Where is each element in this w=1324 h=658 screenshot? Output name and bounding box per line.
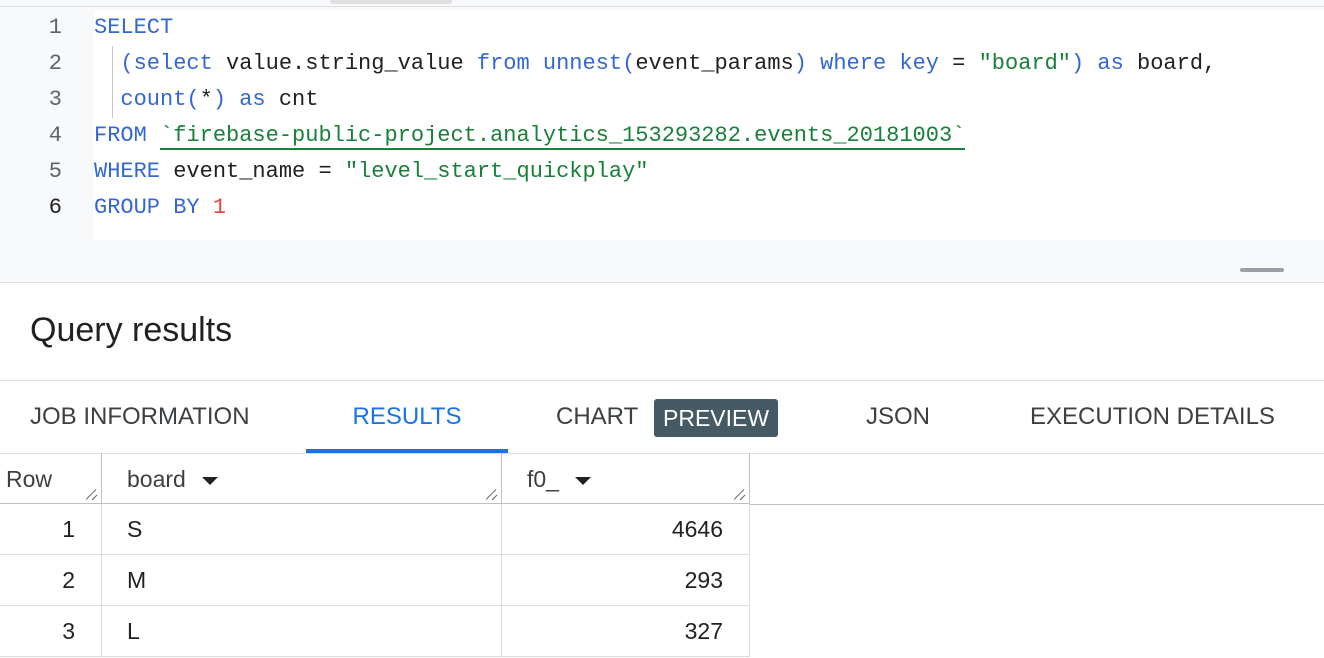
board-cell[interactable]: S bbox=[102, 504, 502, 554]
row-number-cell: 2 bbox=[0, 555, 102, 605]
sort-dropdown-icon[interactable] bbox=[574, 476, 591, 485]
results-table: Row board f0_ 1 S 4646 2 M 293 3 L 327 bbox=[0, 454, 750, 657]
column-header-f0[interactable]: f0_ bbox=[502, 454, 750, 504]
sql-keyword: from unnest( bbox=[476, 51, 636, 76]
column-resize-handle[interactable] bbox=[485, 488, 497, 500]
tab-label: JOB INFORMATION bbox=[30, 403, 250, 430]
sql-text: event_name = bbox=[160, 159, 345, 184]
sql-text: event_params bbox=[635, 51, 794, 76]
sql-keyword: ) where key bbox=[793, 51, 939, 76]
sql-text: value.string_value bbox=[212, 51, 477, 76]
sql-keyword: ) as bbox=[212, 87, 266, 112]
sql-keyword: GROUP BY bbox=[94, 195, 200, 220]
board-cell[interactable]: M bbox=[102, 555, 502, 605]
column-header-board[interactable]: board bbox=[102, 454, 502, 504]
sql-text: cnt bbox=[265, 87, 319, 112]
count-cell[interactable]: 327 bbox=[502, 606, 750, 656]
code-line-4[interactable]: FROM `firebase-public-project.analytics_… bbox=[94, 118, 1324, 154]
code-text-area[interactable]: SELECT (select value.string_value from u… bbox=[94, 10, 1324, 240]
sql-text: = bbox=[938, 51, 979, 76]
results-tab-bar: JOB INFORMATION RESULTS CHART PREVIEW JSO… bbox=[0, 380, 1324, 454]
code-line-5[interactable]: WHERE event_name = "level_start_quickpla… bbox=[94, 154, 1324, 190]
editor-divider bbox=[0, 6, 1324, 7]
sql-string: "level_start_quickplay" bbox=[344, 159, 649, 184]
tab-execution-details[interactable]: EXECUTION DETAILS bbox=[1030, 381, 1275, 453]
tab-label: EXECUTION DETAILS bbox=[1030, 403, 1275, 430]
line-number: 3 bbox=[48, 87, 62, 112]
editor-resize-handle[interactable] bbox=[1240, 268, 1284, 272]
table-header-row: Row board f0_ bbox=[0, 454, 750, 504]
sql-text: board, bbox=[1123, 51, 1217, 76]
sql-keyword: WHERE bbox=[94, 159, 161, 184]
sql-number: 1 bbox=[212, 195, 227, 220]
code-line-6[interactable]: GROUP BY 1 bbox=[94, 190, 1324, 226]
tab-results[interactable]: RESULTS bbox=[306, 381, 508, 453]
line-number-active: 6 bbox=[48, 195, 62, 220]
table-row[interactable]: 3 L 327 bbox=[0, 606, 750, 657]
board-cell[interactable]: L bbox=[102, 606, 502, 656]
tab-label: JSON bbox=[866, 403, 931, 430]
sql-keyword: count( bbox=[120, 87, 200, 112]
sql-keyword: ) as bbox=[1071, 51, 1124, 76]
table-header-divider bbox=[750, 504, 1324, 505]
column-header-label: Row bbox=[6, 466, 53, 492]
row-number-cell: 3 bbox=[0, 606, 102, 656]
table-reference-link[interactable]: `firebase-public-project.analytics_15329… bbox=[160, 123, 966, 150]
tab-label: RESULTS bbox=[352, 403, 462, 430]
count-cell[interactable]: 4646 bbox=[502, 504, 750, 554]
column-header-row[interactable]: Row bbox=[0, 454, 102, 504]
preview-badge: PREVIEW bbox=[654, 399, 779, 437]
row-number-cell: 1 bbox=[0, 504, 102, 554]
sql-editor[interactable]: 1 2 3 4 5 6 SELECT (select value.string_… bbox=[0, 0, 1324, 283]
column-resize-handle[interactable] bbox=[85, 488, 97, 500]
sql-text: * bbox=[199, 87, 213, 112]
code-line-2[interactable]: (select value.string_value from unnest(e… bbox=[94, 46, 1324, 82]
editor-tab-handle bbox=[330, 0, 452, 4]
sql-keyword: (select bbox=[120, 51, 213, 76]
tab-label: CHART bbox=[556, 403, 639, 430]
indent-guide bbox=[112, 46, 113, 82]
sql-keyword: FROM bbox=[94, 123, 147, 148]
sql-keyword: SELECT bbox=[94, 15, 174, 40]
code-line-1[interactable]: SELECT bbox=[94, 10, 1324, 46]
table-row[interactable]: 2 M 293 bbox=[0, 555, 750, 606]
line-number: 2 bbox=[48, 51, 62, 76]
line-number: 4 bbox=[48, 123, 62, 148]
sort-dropdown-icon[interactable] bbox=[201, 476, 218, 485]
column-resize-handle[interactable] bbox=[733, 488, 745, 500]
column-header-label: f0_ bbox=[527, 466, 559, 492]
line-number-gutter: 1 2 3 4 5 6 bbox=[0, 10, 94, 226]
count-cell[interactable]: 293 bbox=[502, 555, 750, 605]
indent-guide bbox=[112, 82, 113, 118]
line-number: 5 bbox=[48, 159, 62, 184]
code-line-3[interactable]: count(*) as cnt bbox=[94, 82, 1324, 118]
tab-chart[interactable]: CHART PREVIEW bbox=[556, 381, 779, 453]
sql-string: "board" bbox=[978, 51, 1072, 76]
tab-json[interactable]: JSON bbox=[866, 381, 930, 453]
table-row[interactable]: 1 S 4646 bbox=[0, 504, 750, 555]
tab-job-information[interactable]: JOB INFORMATION bbox=[30, 381, 250, 453]
query-results-title: Query results bbox=[30, 311, 233, 349]
column-header-label: board bbox=[127, 466, 186, 492]
line-number: 1 bbox=[48, 15, 62, 40]
